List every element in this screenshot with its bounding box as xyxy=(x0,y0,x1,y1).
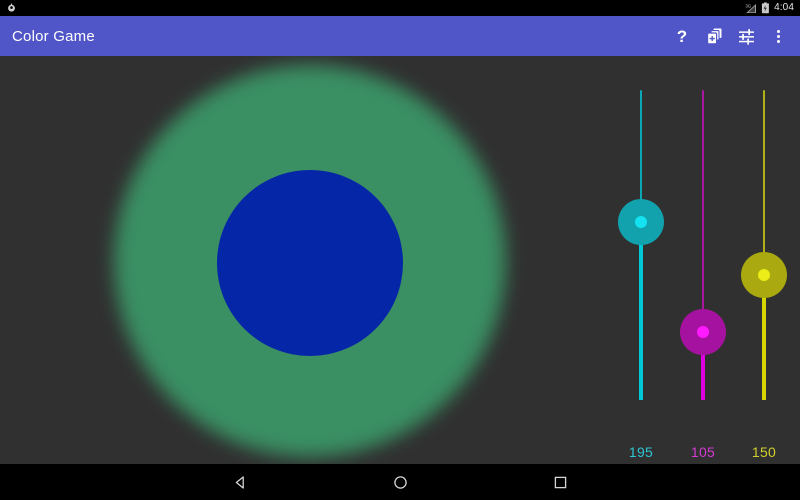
help-icon: ? xyxy=(676,26,688,46)
cyan-slider-fill[interactable] xyxy=(639,222,643,400)
overflow-menu-icon xyxy=(776,29,780,43)
action-bar-buttons: ? xyxy=(666,16,794,56)
status-bar: 3G 4:04 xyxy=(0,0,800,16)
app-notification-icon xyxy=(8,3,15,12)
nav-recents-button[interactable] xyxy=(500,464,620,500)
yellow-slider[interactable] xyxy=(734,56,794,464)
android-screen: 3G 4:04 Color Game ? 195 105 150 xyxy=(0,0,800,500)
overflow-menu-button[interactable] xyxy=(762,16,794,56)
action-bar: Color Game ? xyxy=(0,16,800,56)
svg-text:3G: 3G xyxy=(746,3,752,8)
nav-recents-icon xyxy=(554,476,566,488)
yellow-slider-value: 150 xyxy=(751,444,777,460)
magenta-slider-value: 105 xyxy=(690,444,716,460)
magenta-slider-rail[interactable] xyxy=(702,90,704,332)
guess-color-circle xyxy=(217,170,403,356)
nav-home-button[interactable] xyxy=(340,464,460,500)
settings-button[interactable] xyxy=(730,16,762,56)
nav-back-icon xyxy=(235,475,244,489)
yellow-slider-rail[interactable] xyxy=(763,90,765,275)
help-button[interactable]: ? xyxy=(666,16,698,56)
settings-sliders-icon xyxy=(738,28,754,45)
app-title: Color Game xyxy=(12,27,95,45)
status-bar-clock: 4:04 xyxy=(774,2,794,13)
magenta-slider[interactable] xyxy=(673,56,733,464)
game-canvas: 195 105 150 xyxy=(0,56,800,464)
new-game-button[interactable] xyxy=(698,16,730,56)
cyan-slider[interactable] xyxy=(611,56,671,464)
yellow-slider-thumb-core xyxy=(758,269,770,281)
cyan-slider-thumb-core xyxy=(635,216,647,228)
cyan-slider-value: 195 xyxy=(628,444,654,460)
nav-home-icon xyxy=(393,475,407,489)
battery-icon xyxy=(762,2,770,14)
navigation-bar xyxy=(0,464,800,500)
status-bar-notifications xyxy=(6,3,745,14)
status-bar-system-icons: 3G 4:04 xyxy=(745,0,794,16)
new-game-icon xyxy=(706,28,721,44)
nav-back-button[interactable] xyxy=(180,464,300,500)
signal-bars-icon: 3G xyxy=(746,3,757,13)
magenta-slider-thumb-core xyxy=(697,326,709,338)
